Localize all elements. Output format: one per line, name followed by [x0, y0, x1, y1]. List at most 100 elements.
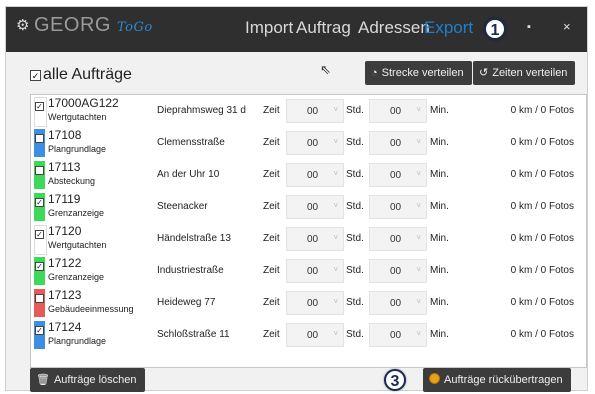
hours-label: Std.	[346, 233, 364, 244]
order-stats: 0 km / 0 Fotos	[510, 137, 574, 148]
order-number: 17120	[48, 224, 82, 238]
hours-select[interactable]: 00 ˅	[286, 99, 344, 123]
nav-auftrag[interactable]: Auftrag	[296, 18, 351, 38]
retransfer-orders-label: Aufträge rückübertragen	[444, 374, 563, 386]
order-row[interactable]: ✓ 17120 Wertgutachten Händelstraße 13 Zeit 00…	[31, 223, 586, 255]
distribute-times-button[interactable]: ↺ Zeiten verteilen	[473, 61, 576, 85]
order-street: Händelstraße 13	[157, 233, 231, 244]
order-number: 17000AG122	[48, 96, 119, 110]
order-number: 17119	[48, 192, 81, 206]
minutes-select[interactable]: 00 ˅	[369, 291, 427, 315]
order-checkbox[interactable]: ✓	[35, 102, 44, 111]
chevron-down-icon: ˅	[333, 297, 338, 306]
mouse-cursor-icon: ⇖	[320, 62, 331, 77]
time-label: Zeit	[263, 137, 280, 148]
minutes-value: 00	[390, 138, 402, 149]
order-checkbox[interactable]: ✓	[35, 198, 44, 207]
order-row[interactable]: 17108 Plangrundlage Clemensstraße Zeit 00 ˅ St…	[31, 127, 586, 159]
order-type: Gebäudeeinmessung	[48, 304, 134, 314]
order-row[interactable]: ✓ 17119 Grenzanzeige Steenacker Zeit 00 ˅ Std. 0…	[31, 191, 586, 223]
chevron-down-icon: ˅	[416, 297, 421, 306]
trash-icon: 🗑	[36, 374, 50, 386]
minutes-select[interactable]: 00 ˅	[369, 131, 427, 155]
order-stats: 0 km / 0 Fotos	[510, 329, 574, 340]
orders-list[interactable]: ✓ 17000AG122 Wertgutachten Dieprahmsweg 31 …	[30, 94, 587, 368]
hours-value: 00	[307, 330, 319, 341]
chevron-down-icon: ˅	[333, 201, 338, 210]
order-row[interactable]: ✓ 17122 Grenzanzeige Industriestraße Zeit 00 ˅…	[31, 255, 586, 287]
all-orders-checkbox[interactable]: ✓	[30, 70, 41, 81]
footer-bar: 🗑 Aufträge löschen 3 Aufträge rückübertra…	[6, 368, 587, 392]
hours-select[interactable]: 00 ˅	[286, 163, 344, 187]
delete-orders-button[interactable]: 🗑 Aufträge löschen	[30, 368, 145, 392]
callout-badge-3: 3	[384, 369, 406, 391]
order-row[interactable]: ✓ 17000AG122 Wertgutachten Dieprahmsweg 31 …	[31, 95, 586, 127]
order-stats: 0 km / 0 Fotos	[510, 105, 574, 116]
nav-import[interactable]: Import	[245, 18, 293, 38]
minutes-select[interactable]: 00 ˅	[369, 259, 427, 283]
hours-select[interactable]: 00 ˅	[286, 323, 344, 347]
minutes-label: Min.	[430, 329, 449, 340]
gear-icon[interactable]: ⚙	[16, 16, 29, 34]
order-stats: 0 km / 0 Fotos	[510, 169, 574, 180]
minutes-select[interactable]: 00 ˅	[369, 99, 427, 123]
order-checkbox[interactable]	[35, 166, 44, 175]
minutes-select[interactable]: 00 ˅	[369, 195, 427, 219]
minutes-select[interactable]: 00 ˅	[369, 323, 427, 347]
order-row[interactable]: ✓ 17124 Plangrundlage Schloßstraße 11 Zeit 00…	[31, 319, 586, 351]
time-label: Zeit	[263, 329, 280, 340]
nav-export[interactable]: Export	[424, 18, 473, 38]
close-icon[interactable]: ×	[563, 19, 571, 34]
order-number: 17123	[48, 288, 82, 302]
order-checkbox[interactable]: ✓	[35, 230, 44, 239]
order-stats: 0 km / 0 Fotos	[510, 233, 574, 244]
chevron-down-icon: ˅	[333, 169, 338, 178]
hours-select[interactable]: 00 ˅	[286, 259, 344, 283]
order-type: Plangrundlage	[48, 336, 107, 346]
chevron-down-icon: ˅	[333, 105, 338, 114]
hours-value: 00	[307, 138, 319, 149]
order-row[interactable]: 17113 Absteckung An der Uhr 10 Zeit 00 ˅ Std. 0…	[31, 159, 586, 191]
time-label: Zeit	[263, 201, 280, 212]
coin-icon	[429, 373, 440, 384]
minutes-value: 00	[390, 298, 402, 309]
retransfer-orders-button[interactable]: Aufträge rückübertragen	[423, 368, 571, 392]
minutes-label: Min.	[430, 265, 449, 276]
order-checkbox[interactable]	[35, 134, 44, 143]
hours-select[interactable]: 00 ˅	[286, 227, 344, 251]
gauge-icon: ◔	[371, 67, 378, 79]
order-checkbox[interactable]	[35, 294, 44, 303]
chevron-down-icon: ˅	[416, 169, 421, 178]
distribute-route-button[interactable]: ◔ Strecke verteilen	[365, 61, 472, 85]
chevron-down-icon: ˅	[333, 137, 338, 146]
minutes-label: Min.	[430, 297, 449, 308]
hours-value: 00	[307, 106, 319, 117]
hours-label: Std.	[346, 169, 364, 180]
minutes-select[interactable]: 00 ˅	[369, 163, 427, 187]
order-street: An der Uhr 10	[157, 169, 220, 180]
hours-select[interactable]: 00 ˅	[286, 131, 344, 155]
nav-adressen[interactable]: Adressen	[358, 18, 430, 38]
order-type: Grenzanzeige	[48, 208, 105, 218]
minutes-select[interactable]: 00 ˅	[369, 227, 427, 251]
order-type: Plangrundlage	[48, 144, 107, 154]
order-street: Clemensstraße	[157, 137, 225, 148]
chevron-down-icon: ˅	[416, 137, 421, 146]
all-orders-label: alle Aufträge	[43, 66, 132, 83]
toolbar: ✓ alle Aufträge ⇖ ◔ Strecke verteilen ↺ Ze…	[6, 52, 587, 92]
chevron-down-icon: ˅	[416, 233, 421, 242]
order-street: Schloßstraße 11	[157, 329, 230, 340]
order-row[interactable]: 17123 Gebäudeeinmessung Heideweg 77 Zeit 00 ˅…	[31, 287, 586, 319]
hours-select[interactable]: 00 ˅	[286, 195, 344, 219]
order-number: 17122	[48, 256, 82, 270]
hours-label: Std.	[346, 201, 364, 212]
time-label: Zeit	[263, 297, 280, 308]
distribute-route-label: Strecke verteilen	[381, 67, 464, 79]
hours-select[interactable]: 00 ˅	[286, 291, 344, 315]
chevron-down-icon: ˅	[416, 329, 421, 338]
delete-orders-label: Aufträge löschen	[53, 374, 137, 386]
order-checkbox[interactable]: ✓	[35, 262, 44, 271]
hours-label: Std.	[346, 329, 364, 340]
maximize-icon[interactable]: ▪	[527, 21, 531, 33]
order-checkbox[interactable]: ✓	[35, 326, 44, 335]
